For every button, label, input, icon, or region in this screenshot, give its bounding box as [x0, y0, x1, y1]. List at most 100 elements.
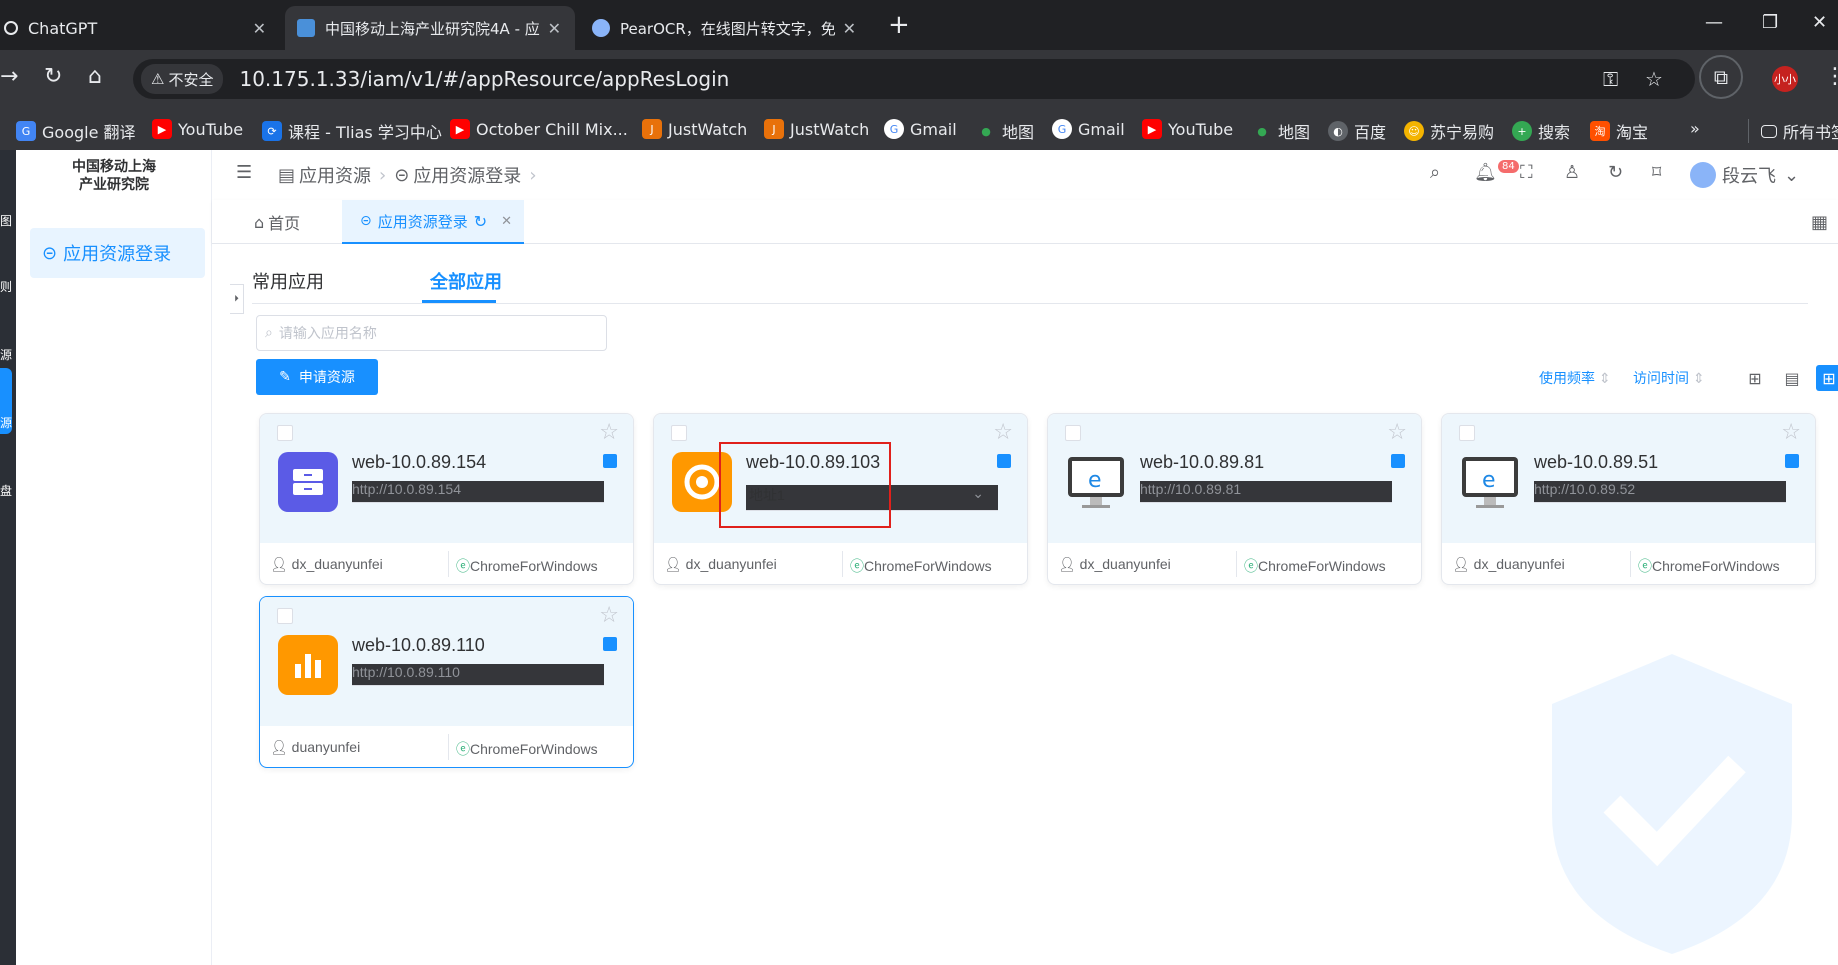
card-checkbox[interactable]: [671, 425, 687, 441]
bell-icon[interactable]: 🔔︎: [1474, 162, 1497, 183]
forward-icon[interactable]: →: [0, 64, 18, 89]
app-card[interactable]: ☆ web-10.0.89.110 http://10.0.89.110 👤︎ …: [259, 596, 634, 768]
bookmark-item[interactable]: ● 地图: [976, 119, 1034, 143]
bookmark-item[interactable]: ▶ YouTube: [152, 119, 243, 139]
card-checkbox[interactable]: [277, 425, 293, 441]
bookmark-item[interactable]: + 搜索: [1512, 119, 1570, 143]
sort-frequency[interactable]: 使用频率 ⇕: [1539, 368, 1611, 388]
divider: [1630, 551, 1631, 577]
breadcrumb-item[interactable]: 应用资源: [299, 162, 371, 188]
tab-common-apps[interactable]: 常用应用: [252, 268, 324, 294]
app-name: web-10.0.89.81: [1140, 452, 1265, 472]
maps-icon: ●: [981, 124, 991, 138]
strip-item[interactable]: 图: [0, 212, 12, 229]
youtube-icon: ▶: [152, 119, 172, 139]
tag-home[interactable]: ⌂ 首页: [242, 200, 312, 244]
tab-4a[interactable]: 中国移动上海产业研究院4A - 应 ✕: [285, 6, 575, 50]
close-icon[interactable]: ✕: [548, 19, 561, 38]
login-icon: ⊝: [394, 164, 410, 186]
fullscreen-icon[interactable]: ⛶: [1520, 162, 1533, 183]
all-bookmarks[interactable]: 所有书签: [1748, 119, 1838, 143]
view-list-icon[interactable]: ▤: [1779, 365, 1805, 391]
close-icon[interactable]: ✕: [843, 19, 856, 38]
home-icon[interactable]: ⌂: [88, 64, 102, 89]
refresh-icon[interactable]: ↻: [1608, 162, 1623, 183]
user-menu[interactable]: 段云飞 ⌄: [1690, 162, 1799, 188]
user-icon: 👤︎: [664, 556, 682, 572]
tab-chatgpt[interactable]: ChatGPT ✕: [0, 6, 280, 50]
strip-item[interactable]: 源: [0, 414, 12, 431]
apply-resource-button[interactable]: ✎ 申请资源: [256, 359, 378, 395]
bookmark-star-icon[interactable]: ☆: [1645, 67, 1663, 91]
youtube-icon: ▶: [450, 119, 470, 139]
theme-icon[interactable]: ♙: [1564, 162, 1580, 183]
card-checkbox[interactable]: [1459, 425, 1475, 441]
view-card-icon[interactable]: ⊞: [1816, 365, 1838, 391]
bookmark-item[interactable]: ▶ October Chill Mix...: [450, 119, 628, 139]
app-card[interactable]: ☆ e web-10.0.89.51 http://10.0.89.52 👤︎ …: [1441, 413, 1816, 585]
bookmark-item[interactable]: J JustWatch: [764, 119, 869, 139]
insecure-badge[interactable]: ⚠ 不安全: [141, 64, 224, 94]
star-icon[interactable]: ☆: [599, 603, 619, 628]
sidebar-item-app-login[interactable]: ⊝ 应用资源登录: [30, 228, 205, 278]
bookmark-item[interactable]: 淘淘宝: [1590, 119, 1648, 143]
refresh-icon[interactable]: ↻: [474, 212, 487, 231]
maximize-icon[interactable]: ❐: [1762, 12, 1778, 33]
tab-strip: ChatGPT ✕ 中国移动上海产业研究院4A - 应 ✕ PearOCR，在线…: [0, 0, 1838, 50]
bookmark-item[interactable]: ● 地图: [1252, 119, 1310, 143]
grid-menu-icon[interactable]: ▦: [1811, 212, 1828, 233]
bookmark-item[interactable]: G Gmail: [884, 119, 957, 139]
tag-app-login[interactable]: ⊝ 应用资源登录 ↻ ✕: [342, 200, 524, 244]
card-footer: 👤︎ dx_duanyunfei ⓔChromeForWindows: [654, 543, 1027, 584]
search-icon[interactable]: ⌕: [1430, 162, 1440, 183]
close-icon[interactable]: ✕: [253, 19, 266, 38]
sidebar: 中国移动上海产业研究院 ⊝ 应用资源登录: [16, 150, 212, 965]
bookmark-item[interactable]: ⟳ 课程 - Tlias 学习中心: [262, 119, 442, 143]
card-checkbox[interactable]: [277, 608, 293, 624]
bookmark-item[interactable]: J JustWatch: [642, 119, 747, 139]
sort-time[interactable]: 访问时间 ⇕: [1633, 368, 1705, 388]
view-grid-icon[interactable]: ⊞: [1742, 365, 1768, 391]
client-icon: ⓔ: [456, 558, 470, 574]
url-text[interactable]: 10.175.1.33/iam/v1/#/appResource/appResL…: [239, 67, 729, 91]
youtube-icon: ▶: [1142, 119, 1162, 139]
new-tab-icon[interactable]: +: [888, 10, 910, 40]
menu-icon[interactable]: ⋮: [1824, 64, 1838, 89]
star-icon[interactable]: ☆: [1387, 420, 1407, 445]
app-card[interactable]: ☆ e web-10.0.89.81 http://10.0.89.81 👤︎ …: [1047, 413, 1422, 585]
tab-all-apps[interactable]: 全部应用: [430, 268, 502, 294]
bookmark-item[interactable]: ▶ YouTube: [1142, 119, 1233, 139]
omnibox[interactable]: ⚠ 不安全 10.175.1.33/iam/v1/#/appResource/ap…: [133, 59, 1695, 99]
close-icon[interactable]: ✕: [501, 214, 512, 229]
tab-pearocr[interactable]: PearOCR，在线图片转文字，免 ✕: [580, 6, 870, 50]
key-icon[interactable]: ⚿: [1603, 67, 1618, 91]
strip-item[interactable]: 源: [0, 346, 12, 363]
strip-item[interactable]: 则: [0, 278, 12, 295]
extensions-icon[interactable]: ⧉: [1699, 55, 1743, 99]
bookmark-item[interactable]: ◐ 百度: [1328, 119, 1386, 143]
minimize-icon[interactable]: —: [1705, 12, 1723, 33]
star-icon[interactable]: ☆: [1781, 420, 1801, 445]
menu-fold-icon[interactable]: ☰: [236, 162, 252, 183]
bookmark-item[interactable]: G Google 翻译: [16, 119, 136, 143]
app-card[interactable]: ☆ web-10.0.89.154 http://10.0.89.154 👤︎ …: [259, 413, 634, 585]
collapse-toggle[interactable]: ⏵: [230, 284, 244, 314]
window-close-icon[interactable]: ✕: [1812, 12, 1827, 33]
header: ☰ ▤ 应用资源 › ⊝ 应用资源登录 › ⌕ 🔔︎ 84 ⛶ ♙ ↻ ⌑ 段云…: [212, 150, 1838, 200]
edit-icon: ✎: [279, 369, 291, 385]
search-input[interactable]: [278, 325, 579, 341]
notification-badge: 84: [1498, 160, 1519, 173]
more-bookmarks-icon[interactable]: »: [1690, 119, 1700, 138]
bookmark-item[interactable]: ☺ 苏宁易购: [1404, 119, 1494, 143]
card-user: 👤︎ dx_duanyunfei: [270, 556, 383, 572]
profile-avatar[interactable]: 小小: [1772, 66, 1798, 92]
reload-icon[interactable]: ↻: [44, 64, 62, 89]
card-checkbox[interactable]: [1065, 425, 1081, 441]
bookmarks-bar: G Google 翻译 ▶ YouTube ⟳ 课程 - Tlias 学习中心 ▶ Oc…: [0, 108, 1838, 150]
bookmark-icon[interactable]: ⌑: [1652, 162, 1661, 183]
strip-item[interactable]: 盘: [0, 482, 12, 499]
google-icon: G: [884, 119, 904, 139]
bookmark-item[interactable]: G Gmail: [1052, 119, 1125, 139]
star-icon[interactable]: ☆: [599, 420, 619, 445]
star-icon[interactable]: ☆: [993, 420, 1013, 445]
